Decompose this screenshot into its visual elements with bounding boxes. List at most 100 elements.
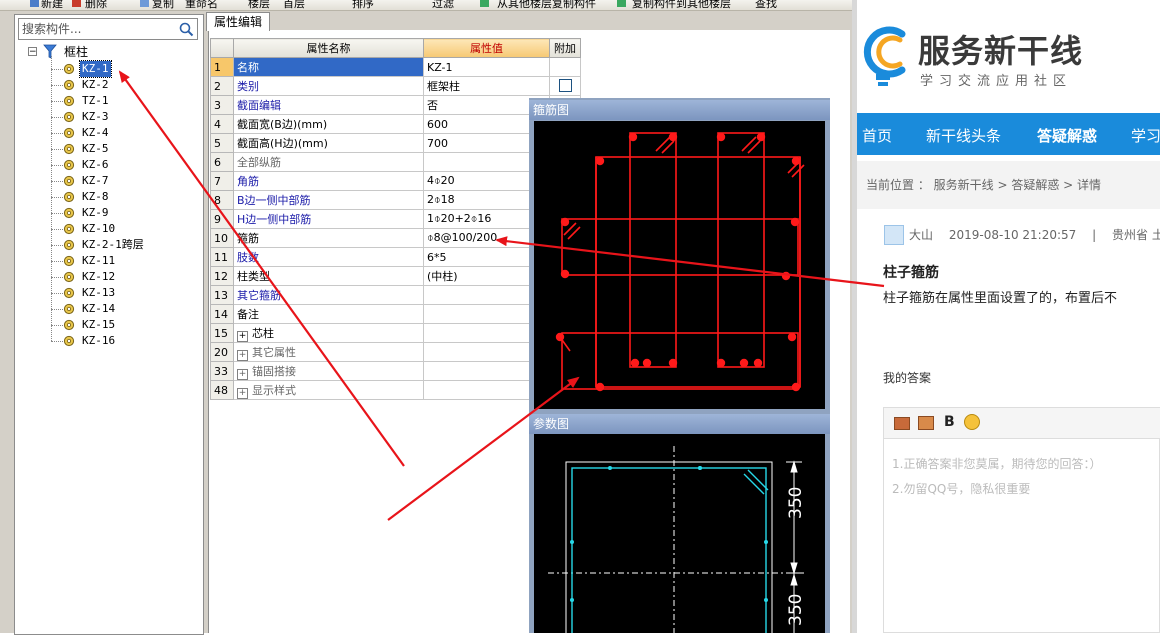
post-time: 2019-08-10 21:20:57: [948, 228, 1077, 242]
table-row[interactable]: 15 + 芯柱: [210, 323, 581, 343]
toolbar-delete[interactable]: 删除: [85, 0, 107, 10]
copy-to-floor-icon[interactable]: [617, 0, 626, 7]
tree-branch-line: [51, 85, 63, 86]
question-body: 柱子箍筋在属性里面设置了的，布置后不: [883, 291, 1118, 306]
toolbar-rename[interactable]: 重命名: [185, 0, 218, 10]
table-row[interactable]: 3 截面编辑否: [210, 95, 581, 115]
extra-checkbox[interactable]: [558, 79, 572, 92]
table-row[interactable]: 6 全部纵筋: [210, 152, 581, 172]
site-slogan: 学习交流应用社区: [920, 74, 1073, 89]
table-row[interactable]: 2 类别 框架柱: [210, 76, 581, 96]
site-brand[interactable]: 服务新干线: [918, 26, 1083, 72]
column-gear-icon: [63, 159, 75, 171]
property-extra: [549, 76, 581, 96]
property-name: + 锚固搭接: [233, 361, 424, 381]
tree-item-label: KZ-13: [82, 286, 116, 299]
row-index: 11: [210, 247, 234, 267]
row-index: 8: [210, 190, 234, 210]
expand-icon[interactable]: +: [237, 330, 248, 342]
editor-hint-2: 2.勿留QQ号，隐私很重要: [892, 482, 1031, 496]
nav-home[interactable]: 首页: [862, 125, 892, 146]
tree-item-label: KZ-2: [82, 78, 109, 91]
property-table: 属性名称 属性值 附加 1 名称 KZ-1 2 类别 框架柱 3 截面编辑否 4 截面宽(B边)(…: [210, 38, 581, 400]
tree-item-label: KZ-15: [82, 318, 116, 331]
expand-icon[interactable]: +: [237, 368, 248, 380]
insert-image-icon[interactable]: [918, 416, 934, 430]
property-value[interactable]: KZ-1: [423, 57, 550, 77]
toolbar-sort[interactable]: 排序: [352, 0, 374, 10]
column-gear-icon: [63, 207, 75, 219]
tree-branch-line: [51, 197, 63, 198]
column-gear-icon: [63, 63, 75, 75]
tree-collapse-toggle[interactable]: −: [28, 47, 37, 57]
expand-icon[interactable]: +: [237, 387, 248, 399]
tree-branch-line: [51, 165, 63, 166]
toolbar-copy-from-floor[interactable]: 从其他楼层复制构件: [497, 0, 596, 10]
tree-root-label[interactable]: 框柱: [64, 44, 88, 60]
property-name: 肢数: [233, 247, 424, 267]
table-row[interactable]: 8 B边一侧中部筋 2⌽18: [210, 190, 581, 210]
post-user[interactable]: 大山: [909, 228, 933, 242]
row-index: 13: [210, 285, 234, 305]
table-row[interactable]: 7 角筋 4⌽20: [210, 171, 581, 191]
search-icon[interactable]: [178, 21, 195, 38]
image-icon[interactable]: [894, 417, 910, 430]
property-name: 截面编辑: [233, 95, 424, 115]
property-value[interactable]: 框架柱: [423, 76, 550, 96]
copy-icon[interactable]: [140, 0, 149, 7]
expand-icon[interactable]: +: [237, 349, 248, 361]
search-input[interactable]: [22, 21, 172, 37]
table-row[interactable]: 33 + 锚固搭接: [210, 361, 581, 381]
bold-button[interactable]: B: [944, 414, 955, 430]
table-row[interactable]: 14 备注: [210, 304, 581, 324]
delete-icon[interactable]: [72, 0, 81, 7]
table-row[interactable]: 11 肢数 6*5: [210, 247, 581, 267]
toolbar-find[interactable]: 查找: [755, 0, 777, 10]
toolbar-copy[interactable]: 复制: [152, 0, 174, 10]
copy-from-floor-icon[interactable]: [480, 0, 489, 7]
emoji-icon[interactable]: [964, 414, 980, 430]
table-row[interactable]: 20 + 其它属性: [210, 342, 581, 362]
row-index: 6: [210, 152, 234, 172]
row-index: 48: [210, 380, 234, 400]
toolbar-filter[interactable]: 过滤: [432, 0, 454, 10]
property-name-text: 锚固搭接: [252, 364, 296, 378]
table-row[interactable]: 4 截面宽(B边)(mm) 600: [210, 114, 581, 134]
toolbar-new[interactable]: 新建: [41, 0, 63, 10]
nav-headlines[interactable]: 新干线头条: [926, 125, 1001, 146]
tree-item-label: KZ-11: [82, 254, 116, 267]
answer-editor[interactable]: [883, 407, 1160, 633]
property-name-text: 截面编辑: [237, 99, 281, 112]
column-gear-icon: [63, 335, 75, 347]
column-gear-icon: [63, 127, 75, 139]
table-row[interactable]: 5 截面高(H边)(mm) 700: [210, 133, 581, 153]
tree-branch-line: [51, 245, 63, 246]
property-name-text: 显示样式: [252, 383, 296, 397]
nav-qa[interactable]: 答疑解惑: [1037, 125, 1097, 146]
new-icon[interactable]: [30, 0, 39, 7]
tab-property-edit[interactable]: 属性编辑: [206, 12, 270, 31]
table-row[interactable]: 9 H边一侧中部筋 1⌽20+2⌽16: [210, 209, 581, 229]
post-meta: 大山 2019-08-10 21:20:57 | 贵州省 土: [884, 226, 1160, 243]
column-gear-icon: [63, 95, 75, 107]
table-row[interactable]: 1 名称 KZ-1: [210, 57, 581, 77]
row-index: 33: [210, 361, 234, 381]
table-row[interactable]: 48 + 显示样式: [210, 380, 581, 400]
tree-branch-line: [51, 229, 63, 230]
table-row[interactable]: 13 其它箍筋: [210, 285, 581, 305]
tree-branch-line: [51, 101, 63, 102]
toolbar-copy-to-floor[interactable]: 复制构件到其他楼层: [632, 0, 731, 10]
tree-branch-line: [51, 341, 63, 342]
nav-learn[interactable]: 学习: [1131, 125, 1160, 146]
table-row[interactable]: 10 箍筋 ⌽8@100/200: [210, 228, 581, 248]
table-row[interactable]: 12 柱类型 (中柱): [210, 266, 581, 286]
property-name-text: 类别: [237, 80, 259, 93]
property-name-text: B边一侧中部筋: [237, 194, 311, 207]
floor-select[interactable]: 首层: [283, 0, 305, 10]
property-name-text: 其它箍筋: [237, 289, 281, 302]
property-name-text: 其它属性: [252, 345, 296, 359]
breadcrumb[interactable]: 当前位置 ： 服务新干线 > 答疑解惑 > 详情: [866, 176, 1101, 193]
toolbar: 新建 删除 复制 重命名 楼层 首层 排序 过滤 从其他楼层复制构件 复制构件到…: [0, 0, 852, 11]
header-value: 属性值: [423, 38, 550, 58]
property-name-text: 截面宽(B边)(mm): [237, 118, 328, 131]
